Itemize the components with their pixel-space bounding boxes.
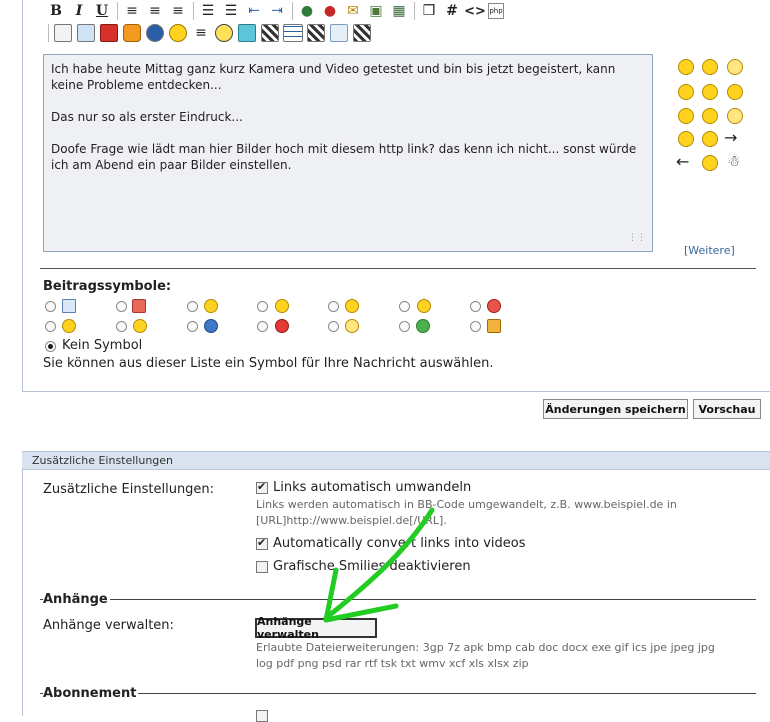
annotation-arrow [323, 507, 435, 623]
